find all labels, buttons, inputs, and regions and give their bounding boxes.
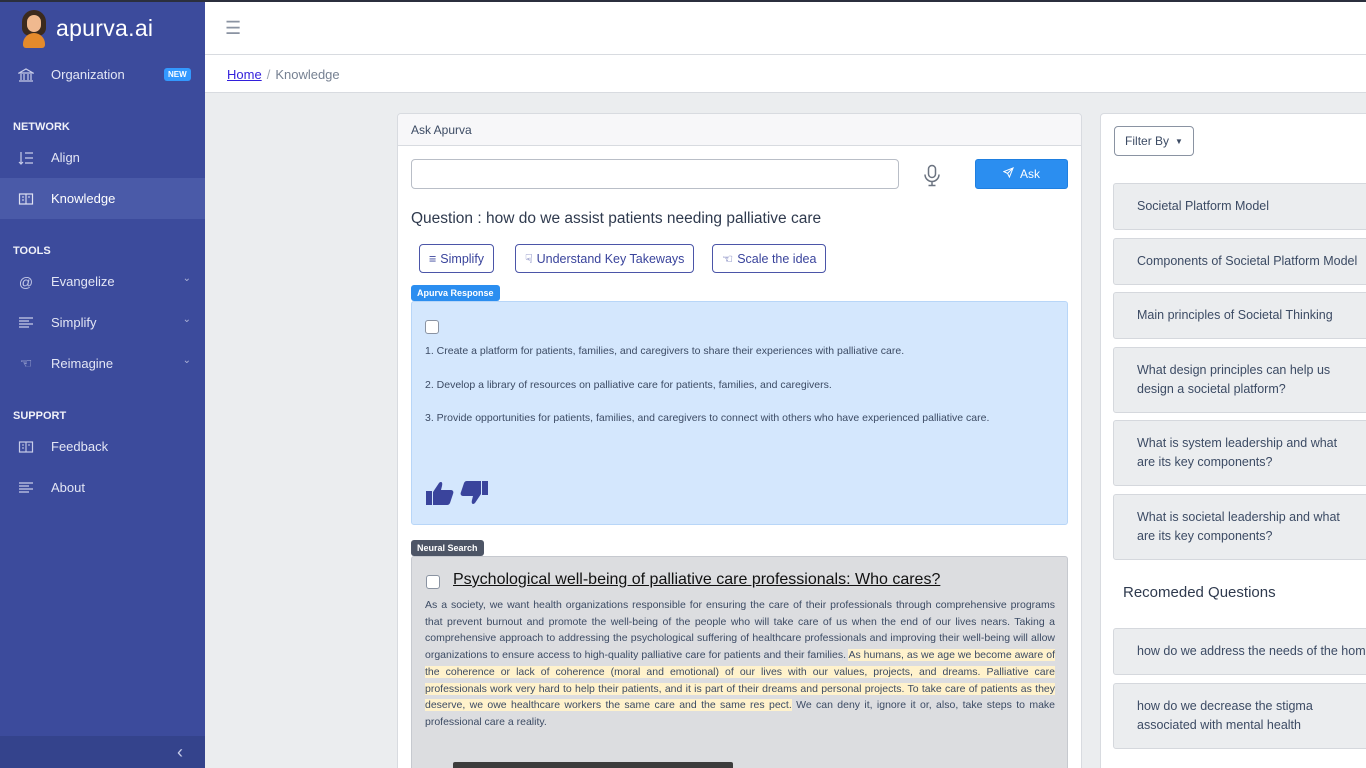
new-badge: NEW — [164, 68, 191, 81]
neural-search-result: Psychological well-being of palliative c… — [411, 556, 1068, 768]
neural-search-tag: Neural Search — [411, 540, 484, 556]
sidebar-item-label: Simplify — [51, 315, 97, 330]
brand[interactable]: apurva.ai — [0, 2, 205, 54]
sidebar-item-about[interactable]: About — [0, 467, 205, 508]
ask-card: Ask Apurva Ask Question : how do we assi… — [397, 113, 1082, 768]
key-takeaways-button-label: Understand Key Takeways — [536, 251, 685, 266]
bank-icon — [17, 66, 35, 84]
header: ☰ Home / Knowledge — [205, 0, 1366, 93]
align-left-icon — [17, 479, 35, 497]
result-body: As a society, we want health organizatio… — [425, 597, 1055, 731]
sidebar-item-align[interactable]: Align — [0, 137, 205, 178]
question-text: Question : how do we assist patients nee… — [411, 210, 822, 227]
hamburger-menu-icon[interactable]: ☰ — [225, 18, 241, 39]
card-title: Ask Apurva — [398, 114, 1081, 146]
sidebar-item-simplify[interactable]: Simplify ⌄ — [0, 302, 205, 343]
sort-lines-icon — [17, 149, 35, 167]
ask-button-label: Ask — [1019, 167, 1040, 181]
scale-idea-button-label: Scale the idea — [737, 251, 817, 266]
align-left-icon: ≡ — [429, 251, 437, 266]
ask-button[interactable]: Ask — [975, 159, 1068, 189]
response-line: 1. Create a platform for patients, famil… — [425, 345, 905, 357]
sidebar-item-organization[interactable]: Organization NEW — [0, 54, 205, 95]
book-icon — [17, 438, 35, 456]
breadcrumb: Home / Knowledge — [227, 67, 340, 82]
recommended-question-label: how do we address the needs of the homel… — [1137, 644, 1366, 658]
topic-item[interactable]: Components of Societal Platform Model — [1113, 238, 1366, 285]
sidebar-item-evangelize[interactable]: @ Evangelize ⌄ — [0, 261, 205, 302]
chevron-down-icon: ⌄ — [182, 273, 191, 284]
nav-section-title: SUPPORT — [13, 410, 67, 422]
send-icon — [1002, 167, 1014, 181]
topic-item[interactable]: What design principles can help us desig… — [1113, 347, 1366, 413]
breadcrumb-separator: / — [266, 67, 271, 82]
thumbs-up-icon[interactable] — [425, 480, 455, 511]
filter-by-label: Filter By — [1125, 134, 1170, 148]
ask-input[interactable] — [411, 159, 899, 189]
breadcrumb-home-link[interactable]: Home — [227, 67, 262, 82]
topic-label: What is societal leadership and what are… — [1137, 510, 1340, 543]
thumbs-down-icon: ☟ — [525, 252, 533, 266]
sidebar-item-label: Knowledge — [51, 191, 116, 206]
topic-item[interactable]: What is societal leadership and what are… — [1113, 494, 1366, 560]
topic-item[interactable]: Societal Platform Model — [1113, 183, 1366, 230]
response-line: 2. Develop a library of resources on pal… — [425, 379, 832, 391]
chevron-left-icon: ‹ — [177, 741, 183, 762]
response-box: 1. Create a platform for patients, famil… — [411, 301, 1068, 525]
simplify-button[interactable]: ≡ Simplify — [419, 244, 495, 273]
thumbs-down-icon[interactable] — [459, 480, 489, 511]
sidebar-item-reimagine[interactable]: ☜ Reimagine ⌄ — [0, 343, 205, 384]
hand-icon: ☜ — [722, 252, 734, 266]
topic-label: Main principles of Societal Thinking — [1137, 308, 1333, 322]
sidebar-item-label: Align — [51, 150, 80, 165]
sidebar-item-knowledge[interactable]: Knowledge — [0, 178, 205, 219]
feedback-thumbs — [425, 480, 489, 511]
book-icon — [17, 190, 35, 208]
caret-down-icon: ▼ — [1175, 136, 1183, 146]
topic-label: Societal Platform Model — [1137, 199, 1270, 213]
brand-name: apurva.ai — [56, 14, 154, 41]
response-checkbox[interactable] — [425, 320, 439, 334]
recommended-question-item[interactable]: how do we decrease the stigma associated… — [1113, 683, 1366, 749]
nav-section-title: TOOLS — [13, 245, 51, 257]
recommended-question-label: how do we decrease the stigma associated… — [1137, 699, 1313, 732]
header-divider — [205, 54, 1366, 55]
sidebar-item-label: Evangelize — [51, 274, 115, 289]
sidebar: apurva.ai Organization NEW NETWORK Align… — [0, 0, 205, 768]
chevron-down-icon: ⌄ — [182, 314, 191, 325]
nav-section-title: NETWORK — [13, 121, 70, 133]
response-line: 3. Provide opportunities for patients, f… — [425, 412, 990, 424]
align-left-icon — [17, 314, 35, 332]
apurva-response-tag: Apurva Response — [411, 285, 500, 301]
sidebar-item-label: About — [51, 480, 85, 495]
simplify-button-label: Simplify — [440, 251, 485, 266]
chevron-down-icon: ⌄ — [182, 355, 191, 366]
at-sign-icon: @ — [18, 273, 34, 290]
sidebar-item-feedback[interactable]: Feedback — [0, 426, 205, 467]
topic-label: Components of Societal Platform Model — [1137, 254, 1358, 268]
hand-icon: ☜ — [19, 355, 33, 371]
scale-idea-button[interactable]: ☜ Scale the idea — [712, 244, 827, 273]
topic-item[interactable]: What is system leadership and what are i… — [1113, 420, 1366, 486]
topic-label: What design principles can help us desig… — [1137, 363, 1331, 396]
topic-item[interactable]: Main principles of Societal Thinking — [1113, 292, 1366, 339]
right-panel: Filter By ▼ Societal Platform Model Comp… — [1100, 113, 1366, 768]
sidebar-item-label: Reimagine — [51, 356, 114, 371]
sidebar-item-label: Feedback — [51, 439, 109, 454]
recommended-question-item[interactable]: how do we address the needs of the homel… — [1113, 628, 1366, 675]
microphone-icon[interactable] — [922, 164, 942, 188]
result-checkbox[interactable] — [426, 575, 440, 589]
topic-label: What is system leadership and what are i… — [1137, 436, 1338, 469]
filter-by-dropdown[interactable]: Filter By ▼ — [1114, 126, 1194, 156]
result-title-link[interactable]: Psychological well-being of palliative c… — [453, 571, 940, 589]
breadcrumb-current: Knowledge — [275, 67, 340, 82]
sidebar-item-label: Organization — [51, 67, 125, 82]
next-result-title-cutoff — [453, 762, 733, 768]
sidebar-minimize-button[interactable]: ‹ — [0, 736, 205, 768]
brand-avatar-logo — [20, 8, 48, 48]
recommended-questions-title: Recomeded Questions — [1123, 584, 1276, 601]
key-takeaways-button[interactable]: ☟ Understand Key Takeways — [515, 244, 695, 273]
